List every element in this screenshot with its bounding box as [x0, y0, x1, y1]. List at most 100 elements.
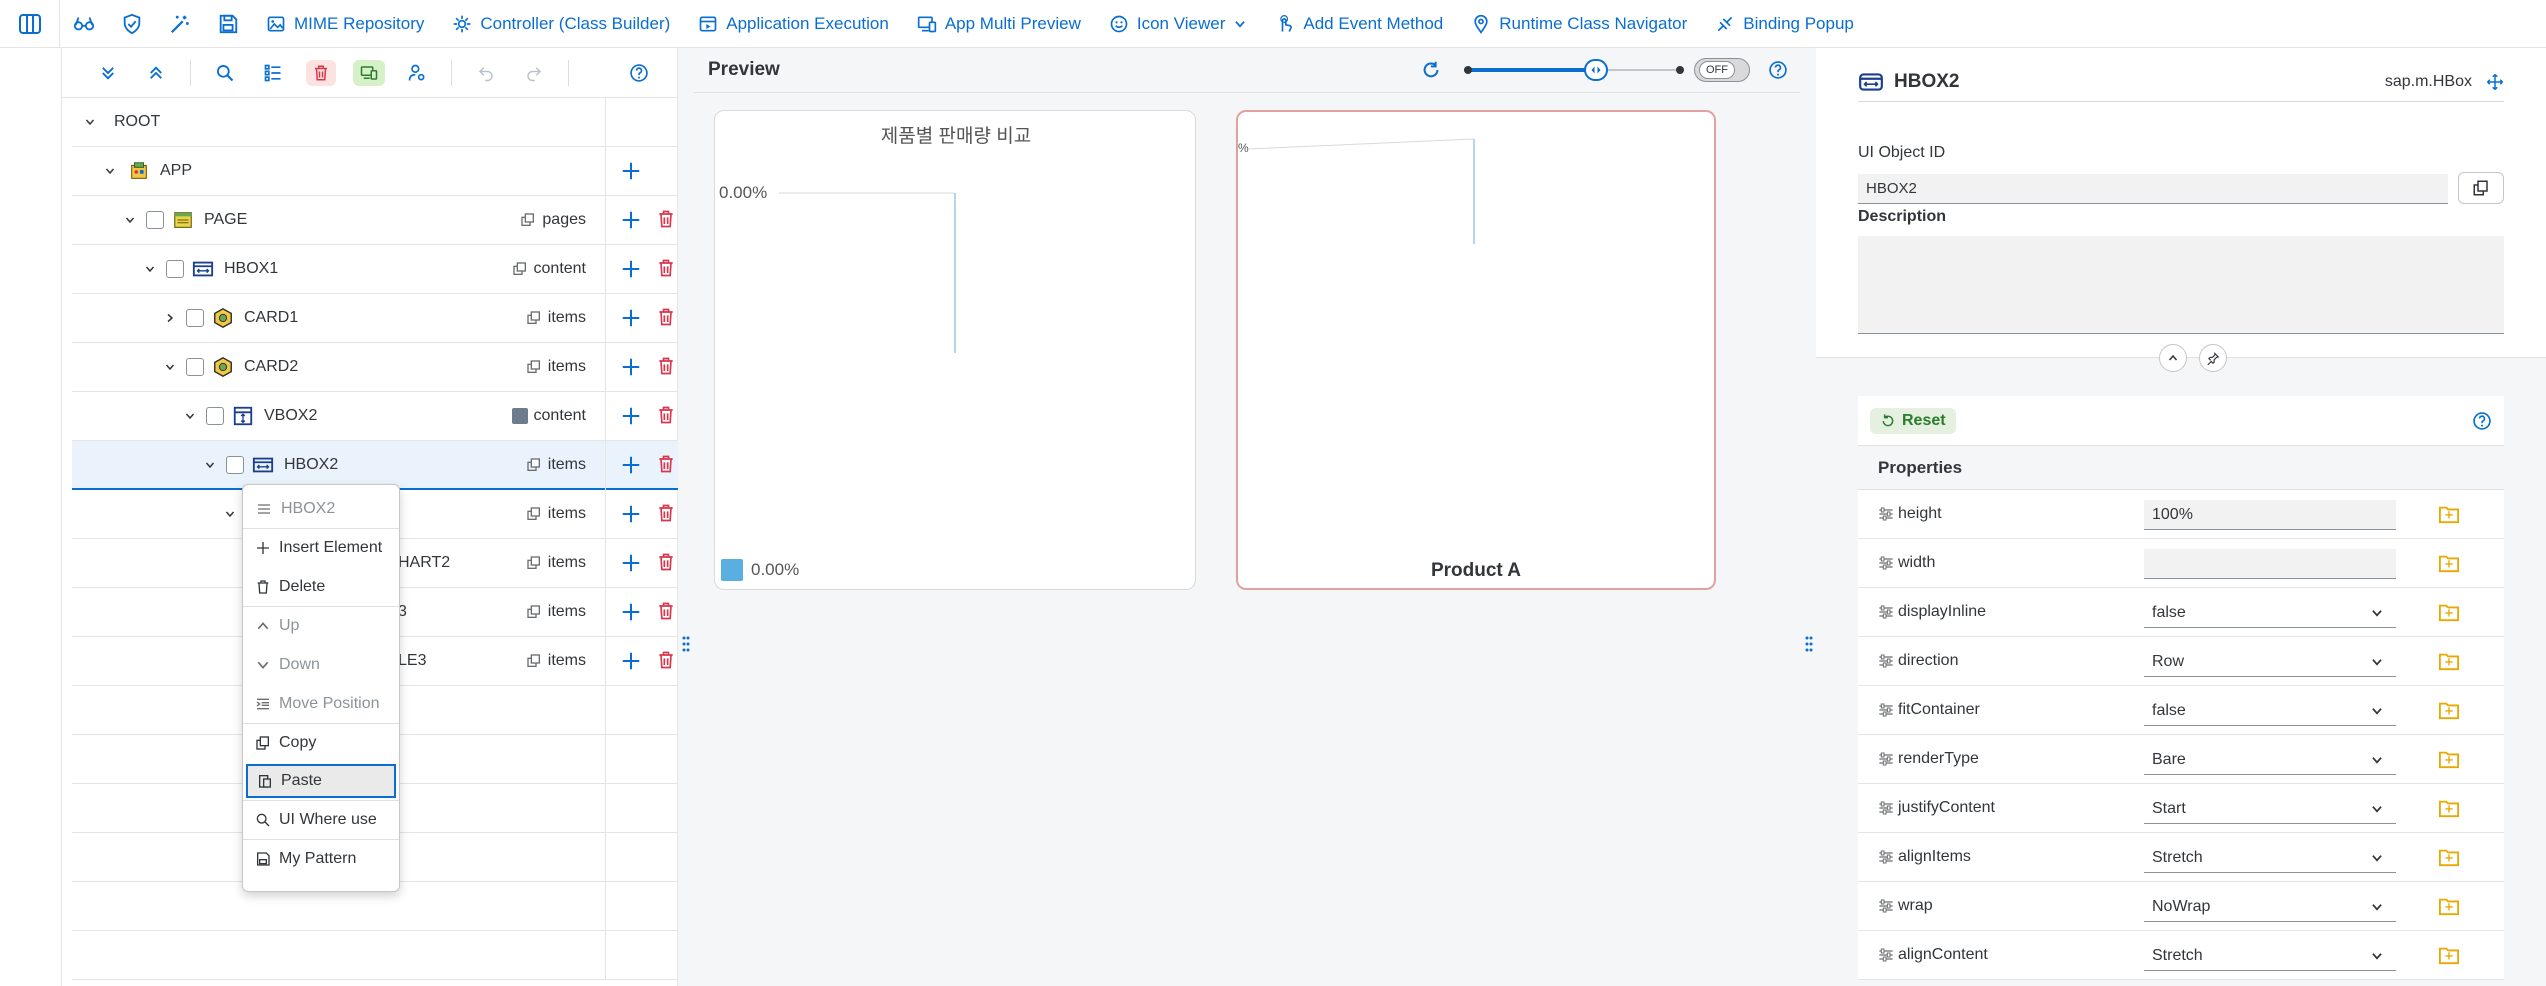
- pin-header-button[interactable]: [2199, 344, 2227, 372]
- trash-icon[interactable]: [656, 355, 676, 377]
- expand-all-button[interactable]: [84, 48, 132, 98]
- binding-folder-icon[interactable]: [2438, 651, 2460, 671]
- expand-caret[interactable]: [200, 459, 220, 471]
- binding-folder-icon[interactable]: [2438, 896, 2460, 916]
- delete-item[interactable]: Delete: [243, 567, 399, 606]
- trash-icon[interactable]: [656, 306, 676, 328]
- redo-button[interactable]: [510, 48, 558, 98]
- tree-row-root[interactable]: ROOT: [72, 98, 678, 147]
- row-checkbox[interactable]: [206, 407, 224, 425]
- add-icon[interactable]: [620, 405, 642, 427]
- preview-card-1[interactable]: 제품별 판매량 비교 0.00% 0.00%: [714, 110, 1196, 590]
- add-icon[interactable]: [620, 307, 642, 329]
- expand-caret[interactable]: [160, 312, 180, 324]
- tree-row-card2[interactable]: CARD2 items: [72, 343, 678, 392]
- property-input[interactable]: 100%: [2144, 500, 2396, 530]
- trash-icon[interactable]: [656, 404, 676, 426]
- glasses-button[interactable]: [60, 0, 108, 48]
- property-select[interactable]: Start: [2144, 794, 2396, 824]
- property-select[interactable]: false: [2144, 598, 2396, 628]
- binding-popup-link[interactable]: Binding Popup: [1701, 0, 1868, 48]
- tree-row-app[interactable]: APP: [72, 147, 678, 196]
- property-select[interactable]: Row: [2144, 647, 2396, 677]
- row-checkbox[interactable]: [186, 309, 204, 327]
- shield-button[interactable]: [108, 0, 156, 48]
- binding-folder-icon[interactable]: [2438, 700, 2460, 720]
- trash-icon[interactable]: [656, 649, 676, 671]
- trash-icon[interactable]: [656, 600, 676, 622]
- app-multi-preview-link[interactable]: App Multi Preview: [903, 0, 1095, 48]
- collapse-header-button[interactable]: [2159, 344, 2187, 372]
- add-icon[interactable]: [620, 601, 642, 623]
- binding-folder-icon[interactable]: [2438, 602, 2460, 622]
- zoom-slider[interactable]: [1464, 58, 1684, 82]
- preview-toggle[interactable]: OFF: [1694, 58, 1750, 82]
- ui-where-use-item[interactable]: UI Where use: [243, 800, 399, 839]
- delete-selected-button[interactable]: [297, 48, 345, 98]
- tree-row-vbox2[interactable]: VBOX2 content: [72, 392, 678, 441]
- binding-folder-icon[interactable]: [2438, 749, 2460, 769]
- add-icon[interactable]: [620, 650, 642, 672]
- preview-card-2[interactable]: % Product A: [1236, 110, 1716, 590]
- add-icon[interactable]: [620, 258, 642, 280]
- row-checkbox[interactable]: [226, 455, 244, 474]
- application-execution-link[interactable]: Application Execution: [684, 0, 903, 48]
- runtime-class-navigator-link[interactable]: Runtime Class Navigator: [1457, 0, 1701, 48]
- add-icon[interactable]: [620, 454, 642, 476]
- add-icon[interactable]: [620, 209, 642, 231]
- search-button[interactable]: [201, 48, 249, 98]
- collapse-all-button[interactable]: [132, 48, 180, 98]
- add-icon[interactable]: [620, 503, 642, 525]
- wand-button[interactable]: [156, 0, 204, 48]
- refresh-icon[interactable]: [1420, 59, 1442, 81]
- tree-row-hbox1[interactable]: HBOX1 content: [72, 245, 678, 294]
- property-select[interactable]: Stretch: [2144, 843, 2396, 873]
- undo-button[interactable]: [462, 48, 510, 98]
- property-select[interactable]: Bare: [2144, 745, 2396, 775]
- row-checkbox[interactable]: [186, 358, 204, 376]
- up-item[interactable]: Up: [243, 606, 399, 645]
- right-splitter-grip[interactable]: [1804, 634, 1814, 654]
- trash-icon[interactable]: [656, 502, 676, 524]
- property-select[interactable]: false: [2144, 696, 2396, 726]
- trash-icon[interactable]: [656, 208, 676, 230]
- binding-folder-icon[interactable]: [2438, 553, 2460, 573]
- move-icon[interactable]: [2486, 73, 2504, 91]
- row-checkbox[interactable]: [166, 260, 184, 278]
- binding-folder-icon[interactable]: [2438, 945, 2460, 965]
- expand-caret[interactable]: [160, 361, 180, 373]
- expand-caret[interactable]: [180, 410, 200, 422]
- add-icon[interactable]: [620, 552, 642, 574]
- expand-caret[interactable]: [140, 263, 160, 275]
- mime-repository-link[interactable]: MIME Repository: [252, 0, 438, 48]
- expand-caret[interactable]: [220, 508, 240, 520]
- move-position-item[interactable]: Move Position: [243, 684, 399, 723]
- copy-id-button[interactable]: [2458, 172, 2504, 204]
- paste-item[interactable]: Paste: [246, 764, 396, 798]
- help-icon[interactable]: [1768, 60, 1788, 80]
- trash-icon[interactable]: [656, 551, 676, 573]
- row-checkbox[interactable]: [146, 211, 164, 229]
- reset-button[interactable]: Reset: [1870, 407, 1956, 434]
- tree-row-card1[interactable]: CARD1 items: [72, 294, 678, 343]
- help-button[interactable]: [615, 48, 663, 98]
- icon-viewer-dropdown[interactable]: Icon Viewer: [1095, 0, 1262, 48]
- insert-element-item[interactable]: Insert Element: [243, 528, 399, 567]
- copy-item[interactable]: Copy: [243, 723, 399, 762]
- slider-handle[interactable]: [1584, 59, 1608, 81]
- expand-caret[interactable]: [80, 116, 100, 128]
- multi-preview-button[interactable]: [345, 48, 393, 98]
- tree-row-hbox2[interactable]: HBOX2 items: [72, 441, 678, 490]
- binding-folder-icon[interactable]: [2438, 504, 2460, 524]
- binding-folder-icon[interactable]: [2438, 798, 2460, 818]
- description-input[interactable]: [1858, 236, 2504, 334]
- property-select[interactable]: NoWrap: [2144, 892, 2396, 922]
- property-input[interactable]: [2144, 549, 2396, 579]
- property-select[interactable]: Stretch: [2144, 941, 2396, 971]
- tree-row-page[interactable]: PAGE pages: [72, 196, 678, 245]
- save-button[interactable]: [204, 0, 252, 48]
- left-splitter-grip[interactable]: [681, 634, 691, 654]
- object-id-input[interactable]: HBOX2: [1858, 174, 2448, 204]
- binding-folder-icon[interactable]: [2438, 847, 2460, 867]
- menu-toggle-button[interactable]: [0, 0, 60, 48]
